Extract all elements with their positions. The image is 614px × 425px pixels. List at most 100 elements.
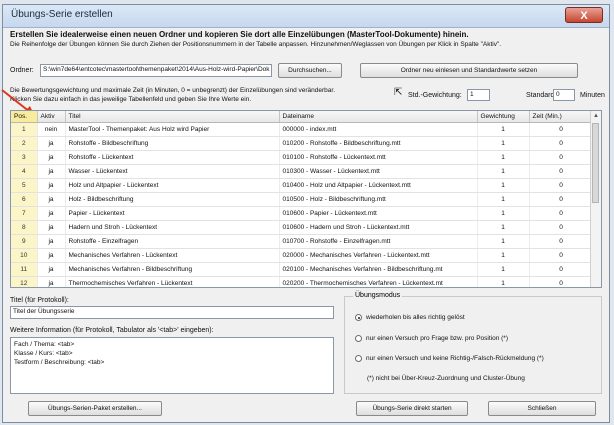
row-active-cell[interactable]: ja [37, 136, 66, 151]
row-file-cell[interactable]: 010400 - Holz und Altpapier - Lückentext… [279, 178, 478, 193]
row-title-cell[interactable]: Rohstoffe - Einzelfragen [65, 234, 280, 249]
row-weight-cell[interactable]: 1 [477, 262, 530, 277]
row-time-cell[interactable]: 0 [529, 178, 594, 193]
row-active-cell[interactable]: ja [37, 220, 66, 235]
row-weight-cell[interactable]: 1 [477, 164, 530, 179]
row-weight-cell[interactable]: 1 [477, 276, 530, 287]
table-row[interactable]: 8 ja Hadern und Stroh - Lückentext 010600 -… [11, 220, 594, 235]
scroll-up-icon[interactable]: ▲ [591, 111, 601, 121]
row-title-cell[interactable]: Rohstoffe - Bildbeschriftung [65, 136, 280, 151]
row-pos-cell[interactable]: 6 [11, 192, 38, 207]
row-file-cell[interactable]: 010200 - Rohstoffe - Bildbeschriftung.mt… [279, 136, 478, 151]
close-button[interactable]: Schließen [488, 401, 596, 416]
row-pos-cell[interactable]: 5 [11, 178, 38, 193]
row-title-cell[interactable]: Thermochemisches Verfahren - Lückentext [65, 276, 280, 287]
row-file-cell[interactable]: 010700 - Rohstoffe - Einzelfragen.mtt [279, 234, 478, 249]
row-pos-cell[interactable]: 2 [11, 136, 38, 151]
row-file-cell[interactable]: 020100 - Mechanisches Verfahren - Bildbe… [279, 262, 478, 277]
row-title-cell[interactable]: Rohstoffe - Lückentext [65, 150, 280, 165]
row-time-cell[interactable]: 0 [529, 206, 594, 221]
row-weight-cell[interactable]: 1 [477, 150, 530, 165]
row-time-cell[interactable]: 0 [529, 276, 594, 287]
mode-option-no-feedback[interactable]: nur einen Versuch und keine Richtig-/Fal… [355, 355, 544, 362]
radio-icon[interactable] [355, 335, 362, 342]
row-pos-cell[interactable]: 1 [11, 122, 38, 137]
row-weight-cell[interactable]: 1 [477, 122, 530, 137]
protocol-title-input[interactable]: Titel der Übungsserie [10, 306, 334, 319]
create-package-button[interactable]: Übungs-Serien-Paket erstellen... [28, 401, 162, 416]
col-header-weight[interactable]: Gewichtung [477, 111, 530, 123]
col-header-time[interactable]: Zeit (Min.) [529, 111, 594, 123]
row-file-cell[interactable]: 020000 - Mechanisches Verfahren - Lücken… [279, 248, 478, 263]
row-pos-cell[interactable]: 10 [11, 248, 38, 263]
row-file-cell[interactable]: 000000 - index.mtt [279, 122, 478, 137]
table-row[interactable]: 4 ja Wasser - Lückentext 010300 - Wasser - … [11, 164, 594, 179]
row-time-cell[interactable]: 0 [529, 220, 594, 235]
row-active-cell[interactable]: ja [37, 248, 66, 263]
table-row[interactable]: 7 ja Papier - Lückentext 010600 - Papier - … [11, 206, 594, 221]
row-active-cell[interactable]: ja [37, 192, 66, 207]
row-active-cell[interactable]: ja [37, 234, 66, 249]
row-pos-cell[interactable]: 12 [11, 276, 38, 287]
row-active-cell[interactable]: ja [37, 262, 66, 277]
std-weight-input[interactable]: 1 [467, 89, 490, 101]
radio-icon[interactable] [355, 355, 362, 362]
table-row[interactable]: 9 ja Rohstoffe - Einzelfragen 010700 - Rohs… [11, 234, 594, 249]
row-title-cell[interactable]: MasterTool - Themenpaket: Aus Holz wird … [65, 122, 280, 137]
row-weight-cell[interactable]: 1 [477, 192, 530, 207]
row-active-cell[interactable]: ja [37, 164, 66, 179]
col-header-file[interactable]: Dateiname [279, 111, 478, 123]
radio-selected-icon[interactable] [355, 314, 362, 321]
reload-folder-button[interactable]: Ordner neu einlesen und Standardwerte se… [360, 63, 578, 78]
table-row[interactable]: 10 ja Mechanisches Verfahren - Lückentext 0… [11, 248, 594, 263]
row-file-cell[interactable]: 010300 - Wasser - Lückentext.mtt [279, 164, 478, 179]
row-pos-cell[interactable]: 3 [11, 150, 38, 165]
protocol-info-textarea[interactable]: Fach / Thema: <tab> Klasse / Kurs: <tab>… [10, 337, 334, 394]
row-title-cell[interactable]: Mechanisches Verfahren - Bildbeschriftun… [65, 262, 280, 277]
row-file-cell[interactable]: 010100 - Rohstoffe - Lückentext.mtt [279, 150, 478, 165]
table-row[interactable]: 11 ja Mechanisches Verfahren - Bildbeschri… [11, 262, 594, 277]
row-weight-cell[interactable]: 1 [477, 220, 530, 235]
row-weight-cell[interactable]: 1 [477, 248, 530, 263]
row-title-cell[interactable]: Papier - Lückentext [65, 206, 280, 221]
table-row[interactable]: 5 ja Holz und Altpapier - Lückentext 010400… [11, 178, 594, 193]
row-active-cell[interactable]: ja [37, 206, 66, 221]
mode-option-repeat[interactable]: wiederholen bis alles richtig gelöst [355, 314, 465, 321]
row-time-cell[interactable]: 0 [529, 262, 594, 277]
table-row[interactable]: 1 nein MasterTool - Themenpaket: Aus Holz … [11, 122, 594, 137]
row-file-cell[interactable]: 010600 - Hadern und Stroh - Lückentext.m… [279, 220, 478, 235]
start-series-button[interactable]: Übungs-Serie direkt starten [356, 401, 468, 416]
row-title-cell[interactable]: Hadern und Stroh - Lückentext [65, 220, 280, 235]
row-time-cell[interactable]: 0 [529, 164, 594, 179]
row-time-cell[interactable]: 0 [529, 122, 594, 137]
row-time-cell[interactable]: 0 [529, 192, 594, 207]
std-time-input[interactable]: 0 [553, 89, 575, 101]
row-title-cell[interactable]: Mechanisches Verfahren - Lückentext [65, 248, 280, 263]
row-weight-cell[interactable]: 1 [477, 136, 530, 151]
row-pos-cell[interactable]: 11 [11, 262, 38, 277]
row-weight-cell[interactable]: 1 [477, 178, 530, 193]
row-active-cell[interactable]: ja [37, 276, 66, 287]
row-title-cell[interactable]: Holz - Bildbeschriftung [65, 192, 280, 207]
row-active-cell[interactable]: nein [37, 122, 66, 137]
table-scrollbar[interactable]: ▲ [590, 111, 601, 287]
row-title-cell[interactable]: Holz und Altpapier - Lückentext [65, 178, 280, 193]
window-close-button[interactable]: X [565, 7, 603, 23]
row-weight-cell[interactable]: 1 [477, 206, 530, 221]
row-time-cell[interactable]: 0 [529, 150, 594, 165]
table-row[interactable]: 12 ja Thermochemisches Verfahren - Lückent… [11, 276, 594, 287]
row-file-cell[interactable]: 010600 - Papier - Lückentext.mtt [279, 206, 478, 221]
row-pos-cell[interactable]: 4 [11, 164, 38, 179]
row-time-cell[interactable]: 0 [529, 234, 594, 249]
browse-button[interactable]: Durchsuchen... [278, 63, 342, 78]
row-pos-cell[interactable]: 7 [11, 206, 38, 221]
scroll-thumb[interactable] [592, 123, 599, 203]
row-active-cell[interactable]: ja [37, 150, 66, 165]
col-header-pos[interactable]: Pos. [11, 111, 38, 123]
col-header-title[interactable]: Titel [65, 111, 280, 123]
row-file-cell[interactable]: 020200 - Thermochemisches Verfahren - Lü… [279, 276, 478, 287]
row-weight-cell[interactable]: 1 [477, 234, 530, 249]
table-row[interactable]: 2 ja Rohstoffe - Bildbeschriftung 010200 - … [11, 136, 594, 151]
row-time-cell[interactable]: 0 [529, 136, 594, 151]
row-pos-cell[interactable]: 8 [11, 220, 38, 235]
